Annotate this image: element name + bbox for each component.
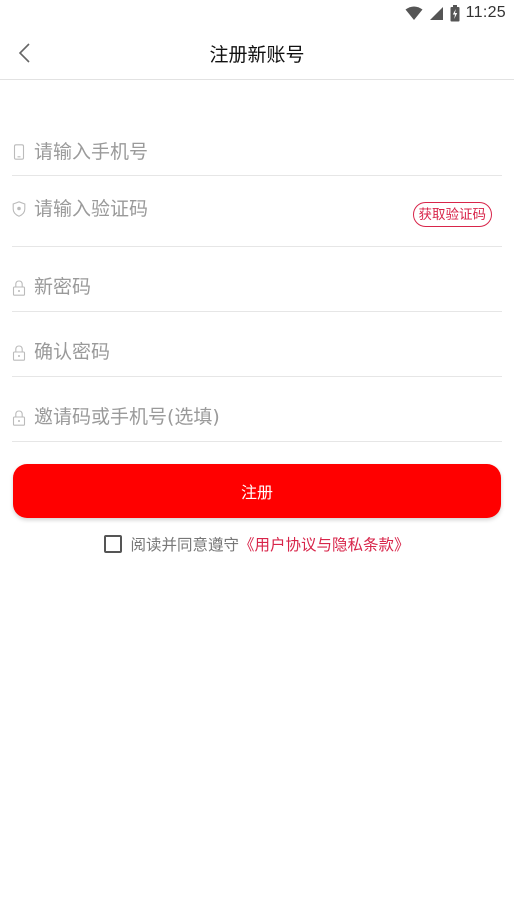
page-title: 注册新账号	[209, 44, 305, 66]
phone-field	[12, 118, 502, 176]
code-input[interactable]	[34, 194, 394, 224]
phone-icon	[13, 144, 25, 160]
signal-icon	[429, 6, 443, 20]
lock-icon	[12, 410, 26, 426]
agreement-text: 阅读并同意遵守	[130, 536, 239, 554]
new-password-input[interactable]	[34, 272, 394, 302]
invite-input[interactable]	[34, 402, 394, 432]
invite-field	[12, 377, 502, 442]
confirm-password-field	[12, 312, 502, 377]
nav-bar: 注册新账号	[0, 26, 514, 80]
get-code-button[interactable]: 获取验证码	[412, 202, 492, 227]
agreement-link[interactable]: 《用户协议与隐私条款》	[239, 533, 410, 555]
battery-charging-icon	[450, 4, 460, 21]
shield-icon	[12, 201, 26, 217]
code-field: 获取验证码	[12, 176, 502, 247]
status-icons: 11:25	[405, 3, 506, 23]
new-password-field	[12, 247, 502, 312]
agreement-row: 阅读并同意遵守 《用户协议与隐私条款》	[0, 533, 514, 555]
register-button[interactable]: 注册	[13, 464, 501, 518]
lock-icon	[12, 280, 26, 296]
register-form: 获取验证码	[12, 118, 502, 442]
lock-icon	[12, 345, 26, 361]
confirm-password-input[interactable]	[34, 337, 394, 367]
agreement-checkbox[interactable]	[104, 535, 123, 553]
phone-input[interactable]	[34, 137, 394, 167]
status-bar: 11:25	[0, 0, 514, 26]
wifi-icon	[405, 6, 423, 20]
status-time: 11:25	[465, 4, 506, 21]
